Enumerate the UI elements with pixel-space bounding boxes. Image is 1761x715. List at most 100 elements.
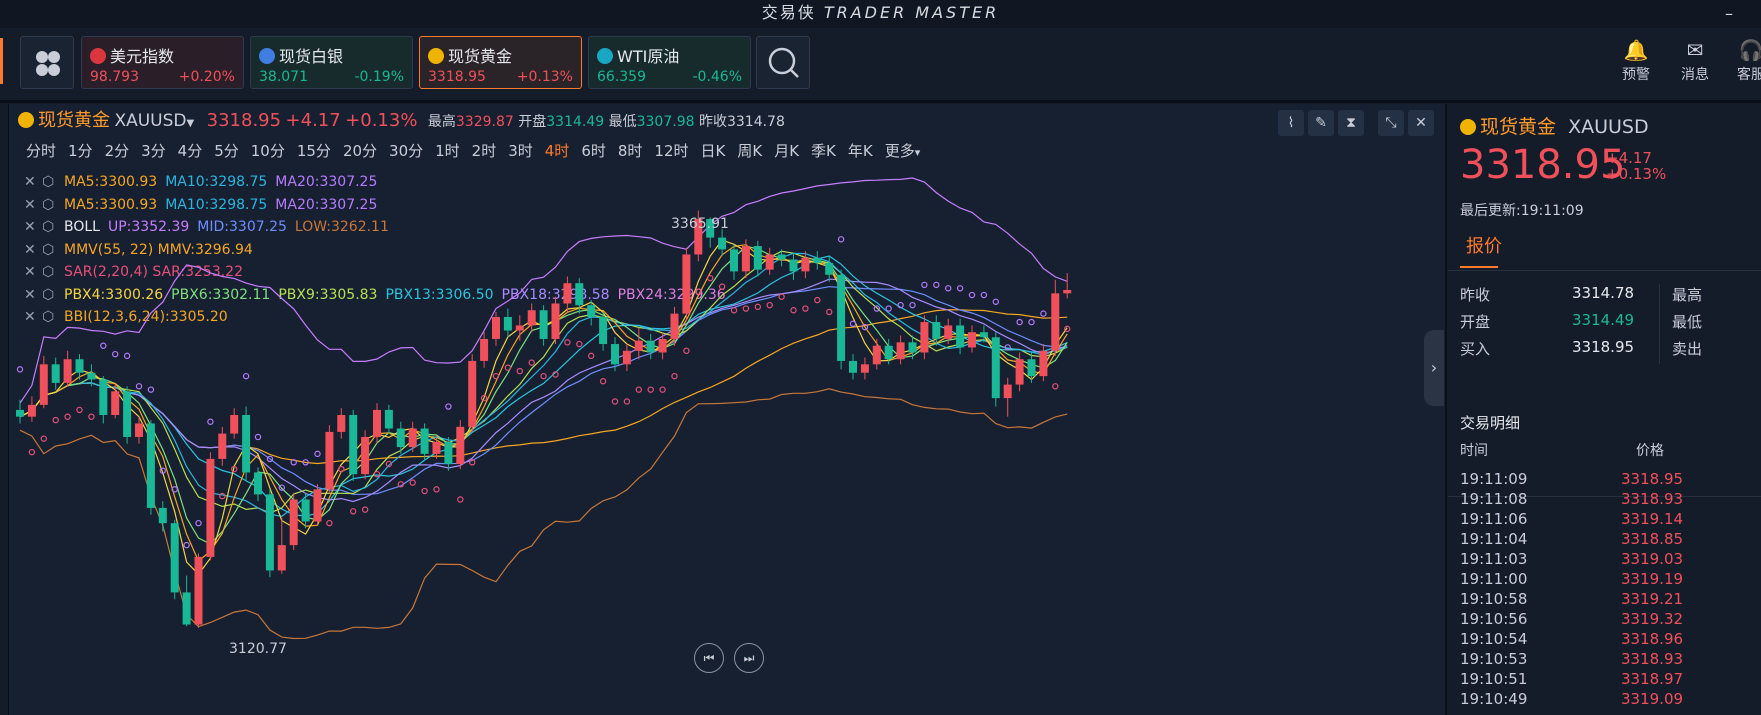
quote-card[interactable]: 现货白银 38.071 -0.19% — [250, 36, 413, 89]
candle-body[interactable] — [515, 325, 524, 331]
candle-body[interactable] — [16, 409, 24, 417]
candle-body[interactable] — [872, 345, 881, 365]
candle-body[interactable] — [123, 391, 132, 437]
candle-body[interactable] — [813, 257, 822, 263]
candle-body[interactable] — [968, 332, 976, 348]
candle-body[interactable] — [622, 350, 631, 365]
candle-body[interactable] — [920, 322, 929, 353]
timeframe-0[interactable]: 分时 — [26, 142, 56, 160]
candle-body[interactable] — [1003, 384, 1012, 399]
candle-body[interactable] — [599, 317, 608, 345]
candle-body[interactable] — [575, 283, 584, 306]
timeframe-8[interactable]: 20分 — [343, 142, 377, 160]
timeframe-7[interactable]: 15分 — [297, 142, 331, 160]
timeframe-16[interactable]: 12时 — [654, 142, 688, 160]
timeframe-18[interactable]: 周K — [737, 142, 762, 160]
candlestick-chart[interactable] — [8, 170, 1108, 660]
timeframe-3[interactable]: 3分 — [141, 142, 166, 160]
candle-body[interactable] — [765, 254, 774, 270]
candle-body[interactable] — [182, 592, 191, 625]
candle-body[interactable] — [837, 274, 846, 361]
timeframe-2[interactable]: 2分 — [105, 142, 130, 160]
draw-tool-button[interactable]: ✎ — [1308, 110, 1334, 136]
timeframe-13[interactable]: 4时 — [545, 142, 570, 160]
chart-type-button[interactable]: ⧗ — [1338, 110, 1364, 136]
candle-body[interactable] — [87, 372, 96, 380]
candle-body[interactable] — [135, 423, 143, 437]
timeframe-11[interactable]: 2时 — [472, 142, 497, 160]
candle-body[interactable] — [896, 342, 905, 360]
candle-body[interactable] — [337, 415, 346, 432]
symbol-dropdown-icon[interactable]: ▼ — [187, 118, 195, 129]
candle-body[interactable] — [884, 345, 893, 360]
candle-body[interactable] — [860, 364, 869, 373]
candle-body[interactable] — [39, 364, 48, 405]
timeframe-4[interactable]: 4分 — [178, 142, 203, 160]
candle-body[interactable] — [265, 494, 274, 571]
candle-body[interactable] — [254, 472, 262, 495]
candle-body[interactable] — [646, 340, 655, 353]
candle-body[interactable] — [503, 317, 512, 331]
indicator-tool-button[interactable]: ⌇ — [1278, 110, 1304, 136]
candle-body[interactable] — [539, 310, 548, 339]
candle-body[interactable] — [527, 310, 536, 326]
candle-body[interactable] — [27, 404, 36, 417]
candle-body[interactable] — [682, 254, 691, 314]
candle-body[interactable] — [456, 426, 465, 464]
candle-body[interactable] — [444, 442, 453, 464]
candle-body[interactable] — [206, 458, 215, 557]
candle-body[interactable] — [587, 305, 596, 317]
candle-body[interactable] — [718, 237, 727, 250]
timeframe-9[interactable]: 30分 — [389, 142, 423, 160]
candle-body[interactable] — [63, 359, 72, 383]
quote-card[interactable]: 美元指数 98.793 +0.20% — [81, 36, 244, 89]
candle-body[interactable] — [825, 262, 834, 275]
timeframe-20[interactable]: 季K — [811, 142, 836, 160]
timeframe-15[interactable]: 8时 — [618, 142, 643, 160]
expand-side-tab[interactable]: › — [1424, 330, 1444, 406]
candle-body[interactable] — [313, 489, 322, 522]
apps-grid-button[interactable] — [20, 36, 74, 89]
candle-body[interactable] — [944, 325, 953, 339]
timeframe-10[interactable]: 1时 — [435, 142, 460, 160]
tab-quote[interactable]: 报价 — [1466, 232, 1502, 258]
timeframe-19[interactable]: 月K — [774, 142, 799, 160]
toolbar-headset-button[interactable]: 🎧 客服 — [1731, 38, 1761, 84]
candle-body[interactable] — [349, 415, 358, 475]
next-button[interactable]: ⏭ — [734, 643, 764, 673]
timeframe-12[interactable]: 3时 — [508, 142, 533, 160]
quote-card[interactable]: WTI原油 66.359 -0.46% — [588, 36, 751, 89]
candle-body[interactable] — [611, 344, 619, 365]
candle-body[interactable] — [932, 322, 941, 339]
candle-body[interactable] — [420, 428, 429, 454]
timeframe-21[interactable]: 年K — [848, 142, 873, 160]
candle-body[interactable] — [408, 428, 417, 448]
quote-card[interactable]: 现货黄金 3318.95 +0.13% — [419, 36, 582, 89]
candle-body[interactable] — [956, 325, 965, 348]
candle-body[interactable] — [1015, 359, 1024, 385]
toolbar-mail-button[interactable]: ✉ 消息 — [1675, 38, 1715, 84]
candle-body[interactable] — [75, 359, 84, 373]
candle-body[interactable] — [634, 340, 643, 351]
more-dropdown-icon[interactable]: ▾ — [915, 146, 921, 159]
candle-body[interactable] — [480, 338, 489, 361]
candle-body[interactable] — [979, 332, 988, 338]
candle-body[interactable] — [325, 431, 334, 490]
candle-body[interactable] — [396, 428, 405, 448]
candle-body[interactable] — [741, 246, 750, 272]
candle-body[interactable] — [753, 246, 762, 270]
candle-body[interactable] — [373, 409, 381, 437]
candle-body[interactable] — [277, 545, 286, 571]
candle-body[interactable] — [361, 436, 370, 475]
candle-body[interactable] — [658, 338, 667, 353]
candle-body[interactable] — [670, 313, 679, 339]
candle-body[interactable] — [991, 337, 1000, 399]
candle-body[interactable] — [170, 523, 179, 593]
close-chart-button[interactable]: ✕ — [1408, 110, 1434, 136]
candle-body[interactable] — [1039, 350, 1048, 377]
candle-body[interactable] — [492, 317, 500, 339]
candle-body[interactable] — [432, 442, 441, 454]
timeframe-17[interactable]: 日K — [701, 142, 726, 160]
candle-body[interactable] — [99, 379, 108, 415]
timeframe-6[interactable]: 10分 — [251, 142, 285, 160]
